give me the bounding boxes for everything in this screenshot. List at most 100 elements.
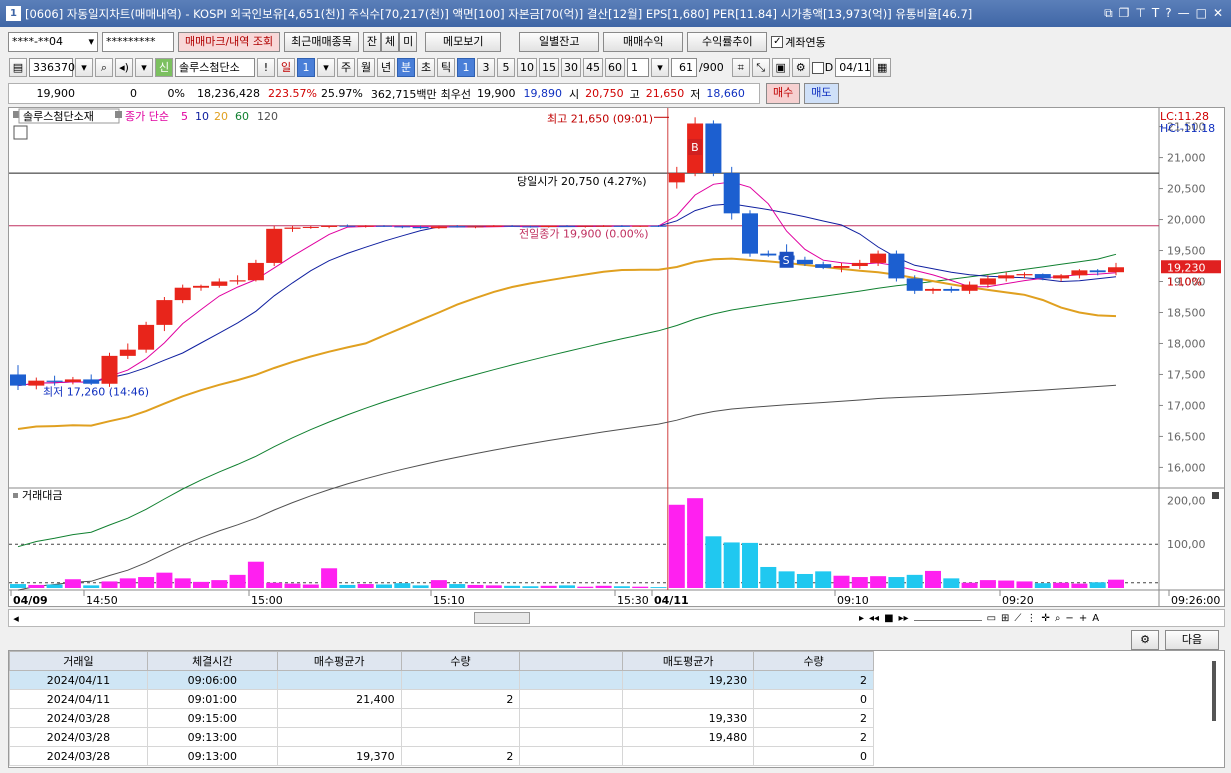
interval-5[interactable]: 5 <box>497 58 515 77</box>
interval-1[interactable]: 1 <box>457 58 475 77</box>
zoom-out-icon[interactable]: − <box>1065 613 1073 624</box>
minimize-icon[interactable]: — <box>1178 6 1190 21</box>
settings-icon[interactable]: ⚙ <box>791 58 810 77</box>
table-row[interactable]: 2024/03/28 09:13:00 19,370 2 0 <box>9 746 874 766</box>
volume-bar <box>412 585 429 588</box>
interval-3[interactable]: 3 <box>477 58 495 77</box>
magnify-icon[interactable]: ⌕ <box>1055 613 1061 624</box>
close-icon[interactable]: ✕ <box>1213 6 1223 21</box>
scroll-thumb[interactable] <box>474 612 530 624</box>
period-year[interactable]: 년 <box>377 58 395 77</box>
alert-icon[interactable]: ! <box>257 58 275 77</box>
profit-trend-button[interactable]: 수익률추이 <box>687 32 768 52</box>
zoom-slider[interactable] <box>913 613 982 621</box>
chart-svg[interactable]: 21,50021,00020,50020,00019,50019,00018,5… <box>9 108 1224 607</box>
quote-volume-ratio: 223.57% <box>267 87 317 100</box>
account-select[interactable]: ****-**04 ▾ <box>8 32 98 52</box>
tool-icon[interactable]: ⤡ <box>751 58 770 77</box>
save-icon[interactable]: ▣ <box>771 58 790 77</box>
volume-bar <box>1089 582 1106 588</box>
interval-10[interactable]: 10 <box>517 58 537 77</box>
table-cell <box>400 727 521 747</box>
col-buy-avg[interactable]: 매수평균가 <box>276 651 402 671</box>
count-input[interactable]: 61 <box>671 58 697 77</box>
volume-bar <box>613 586 630 588</box>
account-row: ****-**04 ▾ ********* 매매마크/내역 조회 최근매매종목 잔… <box>0 31 1231 53</box>
period-month[interactable]: 월 <box>357 58 375 77</box>
account-link-checkbox[interactable]: ✓ 계좌연동 <box>771 34 826 50</box>
col-sell-qty[interactable]: 수량 <box>753 651 874 671</box>
forward-icon[interactable]: ▸▸ <box>899 613 909 624</box>
restore-icon[interactable]: ❐ <box>1119 6 1130 21</box>
col-buy-qty[interactable]: 수량 <box>400 651 521 671</box>
count-select[interactable]: 1 <box>627 58 649 77</box>
hc-label: HC:-11.18 <box>1160 122 1215 135</box>
period-day[interactable]: 일 <box>277 58 295 77</box>
indicator-icon[interactable]: ⌗ <box>731 58 750 77</box>
search-icon[interactable]: ⌕ <box>95 58 113 77</box>
text-tool-icon[interactable]: A <box>1092 613 1099 624</box>
count-dropdown-icon[interactable]: ▾ <box>651 58 669 77</box>
sound-dropdown-icon[interactable]: ▾ <box>135 58 153 77</box>
candle-body <box>28 380 45 386</box>
interval-60[interactable]: 60 <box>605 58 625 77</box>
chart-panel[interactable]: 21,500 21,000 20,500 20,000 19,500 19,000 18,5… <box>8 107 1225 607</box>
trade-profit-button[interactable]: 매매수익 <box>603 32 684 52</box>
sound-icon[interactable]: ◂) <box>115 58 133 77</box>
table-row[interactable]: 2024/04/11 09:06:00 19,230 2 <box>9 670 874 690</box>
col-sell-avg[interactable]: 매도평균가 <box>622 651 755 671</box>
period-number[interactable]: 1 <box>297 58 315 77</box>
font-icon[interactable]: T <box>1152 6 1159 21</box>
maximize-icon[interactable]: □ <box>1196 6 1207 21</box>
col-trade-date[interactable]: 거래일 <box>9 651 148 671</box>
executed-button[interactable]: 체 <box>381 32 400 52</box>
buy-button[interactable]: 매수 <box>766 83 801 104</box>
interval-45[interactable]: 45 <box>583 58 603 77</box>
mark-query-button[interactable]: 매매마크/내역 조회 <box>178 32 281 52</box>
scroll-left-icon[interactable]: ◂ <box>9 612 23 625</box>
period-minute[interactable]: 분 <box>397 58 415 77</box>
table-scrollbar[interactable] <box>1212 661 1216 721</box>
period-tick[interactable]: 틱 <box>437 58 455 77</box>
grid-settings-icon[interactable]: ⚙ <box>1131 630 1159 650</box>
memo-button[interactable]: 메모보기 <box>425 32 502 52</box>
password-field[interactable]: ********* <box>102 32 174 52</box>
unexecuted-button[interactable]: 미 <box>399 32 418 52</box>
play-right-icon[interactable]: ▸ <box>859 613 864 624</box>
window-split-icon[interactable]: ▭ <box>987 613 996 624</box>
layout-icon[interactable]: ▤ <box>9 58 27 77</box>
col-exec-time[interactable]: 체결시간 <box>146 651 278 671</box>
stop-icon[interactable]: ■ <box>884 613 893 624</box>
table-row[interactable]: 2024/03/28 09:15:00 19,330 2 <box>9 708 874 728</box>
credit-badge: 신 <box>155 58 173 77</box>
table-row[interactable]: 2024/03/28 09:13:00 19,480 2 <box>9 727 874 747</box>
zoom-in-icon[interactable]: + <box>1079 613 1087 624</box>
period-second[interactable]: 초 <box>417 58 435 77</box>
crosshair-icon[interactable]: ✛ <box>1041 613 1049 624</box>
pin-icon[interactable]: ⊤ <box>1135 6 1145 21</box>
daily-balance-button[interactable]: 일별잔고 <box>519 32 600 52</box>
period-dropdown-icon[interactable]: ▾ <box>317 58 335 77</box>
next-button[interactable]: 다음 <box>1165 630 1219 650</box>
d-checkbox[interactable]: D <box>811 61 833 74</box>
code-dropdown-icon[interactable]: ▾ <box>75 58 93 77</box>
interval-30[interactable]: 30 <box>561 58 581 77</box>
interval-15[interactable]: 15 <box>539 58 559 77</box>
fib-icon[interactable]: ⋮ <box>1026 613 1036 624</box>
table-row[interactable]: 2024/04/11 09:01:00 21,400 2 0 <box>9 689 874 709</box>
help-icon[interactable]: ? <box>1165 6 1171 21</box>
calendar-icon[interactable]: ▦ <box>873 58 892 77</box>
quote-high-label: 고 <box>629 87 640 101</box>
volume-bar <box>193 581 209 588</box>
period-week[interactable]: 주 <box>337 58 355 77</box>
stock-code-input[interactable]: 336370 <box>29 58 75 77</box>
date-input[interactable]: 04/11 <box>835 58 872 77</box>
link-icon[interactable]: ⧉ <box>1104 6 1113 21</box>
line-tools-icon[interactable]: ⟋ <box>1014 613 1021 624</box>
rewind-icon[interactable]: ◂◂ <box>869 613 879 624</box>
balance-button[interactable]: 잔 <box>362 32 382 52</box>
draw-tools-icon[interactable]: ⊞ <box>1001 613 1009 624</box>
recent-trades-button[interactable]: 최근매매종목 <box>284 32 359 52</box>
chart-scrollbar[interactable]: ◂ ▸ ◂◂ ■ ▸▸ ▭ ⊞ ⟋ ⋮ ✛ ⌕ − + A <box>8 609 1225 627</box>
sell-button[interactable]: 매도 <box>804 83 839 104</box>
